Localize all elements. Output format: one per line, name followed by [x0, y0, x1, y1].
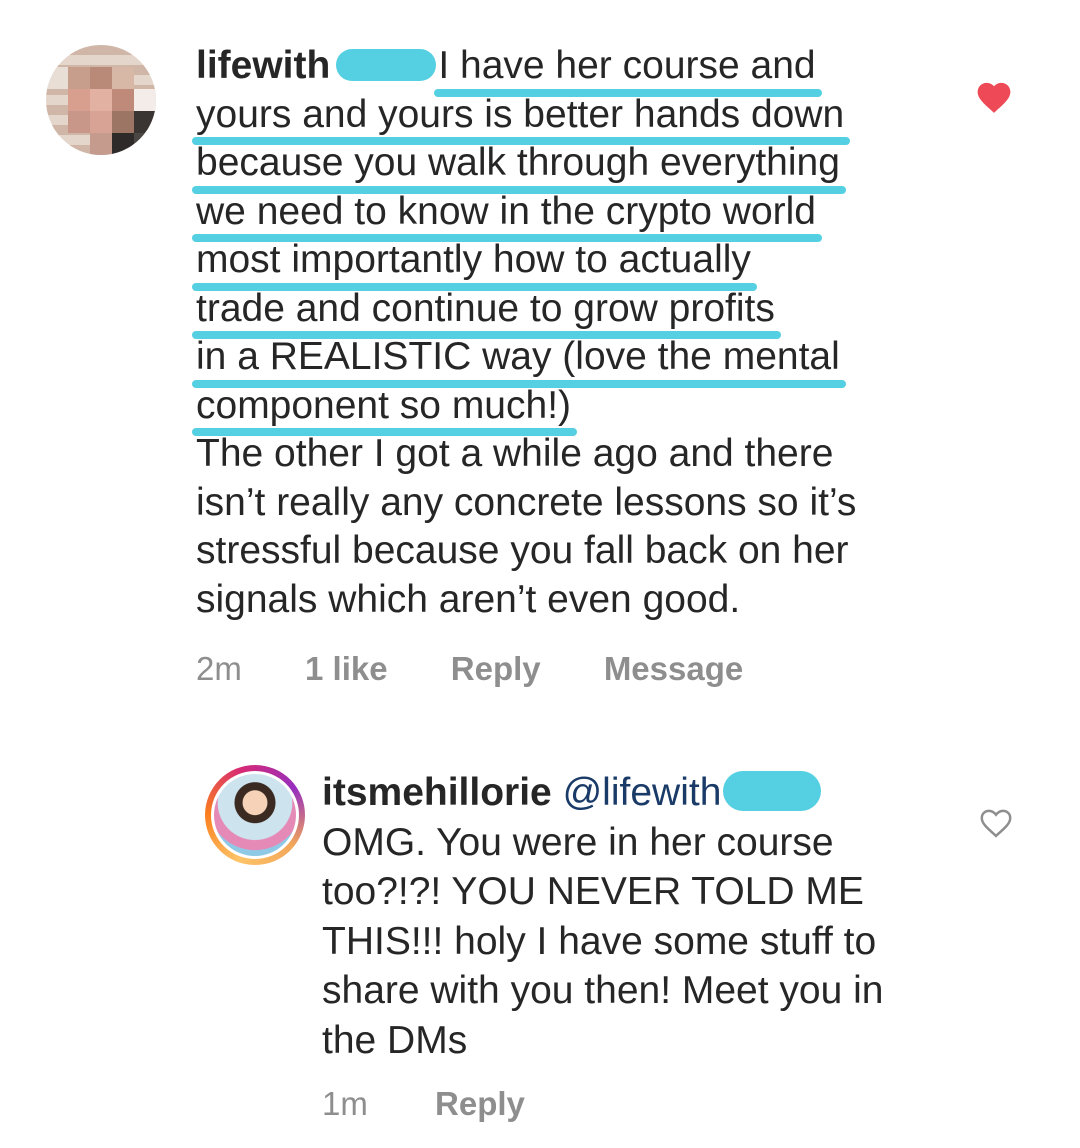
highlighted-text-line: yours and yours is better hands down — [191, 91, 851, 145]
reply-body: itsmehillorie @lifewith OMG. You were in… — [322, 768, 962, 1065]
commenter-avatar[interactable] — [46, 45, 156, 155]
highlighted-text-line: we need to know in the crypto world — [191, 188, 823, 242]
highlighted-text-line: in a REALISTIC way (love the mental — [192, 333, 846, 387]
comment-text-line: signals which aren’t even good. — [196, 577, 741, 621]
highlighted-text-line: because you walk through everything — [192, 139, 846, 193]
reply-meta: 1m Reply — [322, 1085, 583, 1123]
comment-text-line: stressful because you fall back on her — [196, 529, 849, 572]
comment-text-line: OMG. You were in her course — [322, 820, 834, 864]
comment-text-line: The other I got a while ago and there — [196, 432, 834, 475]
comment-timestamp: 1m — [322, 1085, 368, 1122]
reply-button[interactable]: Reply — [435, 1085, 525, 1122]
highlighted-text-line: most importantly how to actually — [192, 236, 757, 290]
message-button[interactable]: Message — [604, 650, 743, 687]
comment-text-line: isn’t really any concrete lessons so it’… — [196, 480, 857, 524]
comment-text-line: too?!?! YOU NEVER TOLD ME — [322, 870, 864, 913]
likes-count[interactable]: 1 like — [305, 650, 388, 687]
comment-text-line: THIS!!! holy I have some stuff to — [322, 919, 877, 963]
mention-link[interactable]: @lifewith — [563, 771, 722, 814]
highlighted-text-line: I have her course and — [434, 42, 822, 96]
comment-text-line: the DMs — [322, 1018, 468, 1062]
highlighted-text-line: component so much!) — [191, 382, 578, 436]
comment-username[interactable]: lifewith — [196, 44, 330, 87]
reply-button[interactable]: Reply — [451, 650, 541, 687]
highlighted-text-line: trade and continue to grow profits — [192, 285, 781, 339]
comment-username[interactable]: itsmehillorie — [322, 771, 552, 814]
comment-text-line: share with you then! Meet you in — [322, 969, 884, 1012]
comment-timestamp: 2m — [196, 650, 242, 687]
redaction-mark — [723, 771, 822, 811]
comment-meta: 2m 1 like Reply Message — [196, 650, 797, 688]
heart-outline-icon[interactable] — [977, 805, 1015, 839]
commenter-avatar[interactable] — [211, 771, 299, 859]
heart-filled-icon[interactable] — [974, 78, 1014, 114]
redaction-mark — [336, 49, 437, 81]
comment-body: lifewith I have her course and yours and … — [191, 42, 916, 624]
